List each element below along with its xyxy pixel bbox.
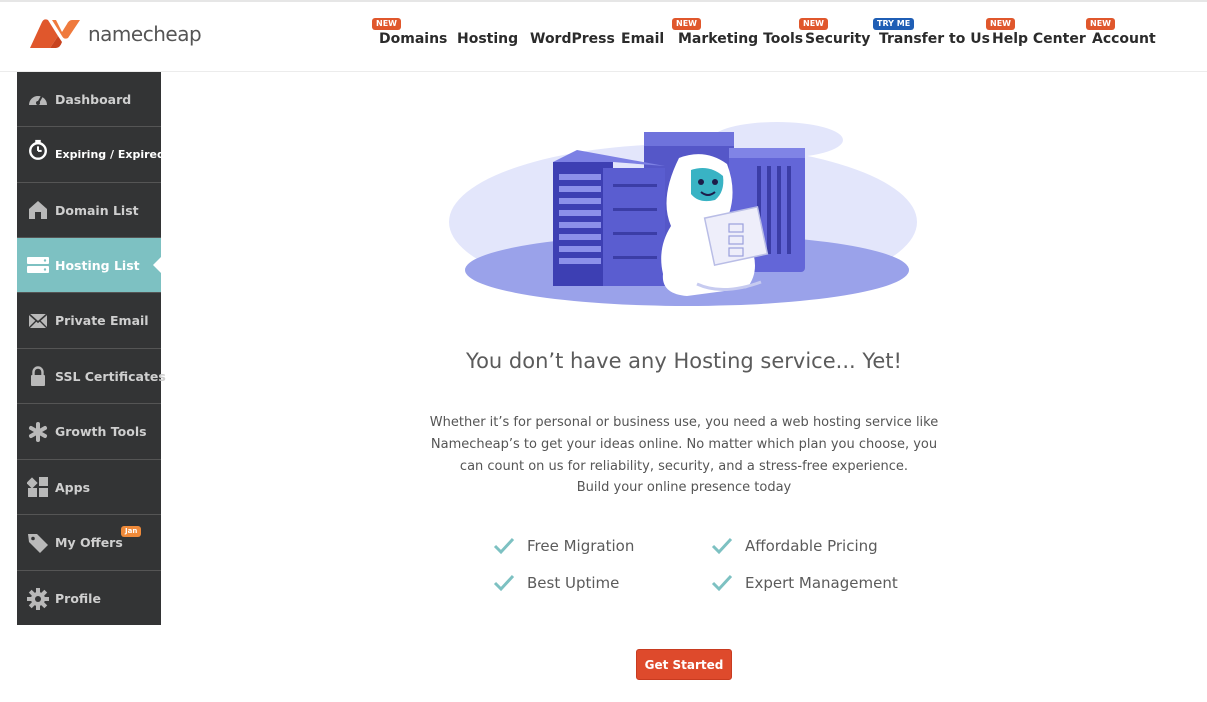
- feature-label: Affordable Pricing: [745, 537, 878, 555]
- sidebar-item-hosting-list[interactable]: Hosting List: [17, 238, 161, 293]
- nav-item-wordpress[interactable]: WordPress: [530, 31, 615, 47]
- feature-label: Best Uptime: [527, 574, 620, 592]
- description-line: Namecheap’s to get your ideas online. No…: [430, 436, 938, 452]
- nav-badge-help-center: NEW: [986, 18, 1015, 30]
- sidebar-item-expiring-expired[interactable]: Expiring / Expired: [17, 127, 165, 183]
- nav-item-email[interactable]: Email: [621, 31, 664, 47]
- envelope-icon: [27, 310, 49, 332]
- feature-label: Free Migration: [527, 537, 635, 555]
- top-header: namecheap NEW Domains Hosting WordPress …: [0, 0, 1207, 72]
- feature-expert-management: Expert Management: [711, 574, 898, 592]
- nav-item-transfer-to-us[interactable]: Transfer to Us: [879, 31, 990, 47]
- sidebar-item-profile[interactable]: Profile: [17, 571, 161, 626]
- empty-state-description: Whether it’s for personal or business us…: [404, 412, 964, 499]
- sidebar-item-domain-list[interactable]: Domain List: [17, 183, 161, 238]
- nav-item-domains[interactable]: Domains: [379, 31, 447, 47]
- sidebar-item-label: Hosting List: [55, 257, 140, 273]
- sidebar-item-dashboard[interactable]: Dashboard: [17, 72, 161, 127]
- sidebar-item-my-offers[interactable]: My Offers Jan: [17, 515, 161, 571]
- feature-affordable-pricing: Affordable Pricing: [711, 537, 878, 555]
- check-icon: [711, 574, 733, 592]
- feature-label: Expert Management: [745, 574, 898, 592]
- sidebar-item-ssl-certificates[interactable]: SSL Certificates: [17, 349, 166, 404]
- feature-best-uptime: Best Uptime: [493, 574, 619, 592]
- sidebar-item-growth-tools[interactable]: Growth Tools: [17, 404, 161, 460]
- nav-item-hosting[interactable]: Hosting: [457, 31, 518, 47]
- nav-badge-marketing-tools: NEW: [672, 18, 701, 30]
- sidebar-item-label: Private Email: [55, 313, 149, 328]
- sidebar: Dashboard Expiring / Expired Domain List…: [17, 72, 166, 626]
- sidebar-item-label: Expiring / Expired: [55, 148, 165, 161]
- sidebar-item-label: Apps: [55, 479, 91, 495]
- feature-free-migration: Free Migration: [493, 537, 634, 555]
- sidebar-item-label: SSL Certificates: [55, 368, 166, 384]
- yeti-servers-illustration: [449, 122, 917, 306]
- sidebar-item-apps[interactable]: Apps: [17, 460, 161, 515]
- gauge-icon: [27, 88, 49, 110]
- nav-badge-account: NEW: [1086, 18, 1115, 30]
- sidebar-item-label: Dashboard: [55, 91, 132, 107]
- nav-item-marketing-tools[interactable]: Marketing Tools: [678, 31, 803, 47]
- empty-state-headline: You don’t have any Hosting service... Ye…: [466, 349, 902, 373]
- check-icon: [493, 574, 515, 592]
- get-started-button[interactable]: Get Started: [636, 649, 732, 680]
- sidebar-item-label: Domain List: [55, 202, 139, 218]
- gear-icon: [27, 587, 49, 610]
- nav-item-help-center[interactable]: Help Center: [992, 31, 1086, 47]
- check-icon: [711, 537, 733, 555]
- apps-grid-icon: [27, 476, 49, 498]
- nav-badge-security: NEW: [799, 18, 828, 30]
- sidebar-item-label: Growth Tools: [55, 424, 147, 439]
- description-line: can count on us for reliability, securit…: [459, 458, 909, 474]
- timer-icon: [27, 139, 49, 161]
- check-icon: [493, 537, 515, 555]
- offers-badge: Jan: [121, 526, 142, 537]
- tag-icon: [27, 532, 49, 554]
- nav-item-security[interactable]: Security: [805, 31, 870, 47]
- sidebar-item-private-email[interactable]: Private Email: [17, 293, 161, 349]
- server-icon: [27, 254, 49, 276]
- nav-badge-domains: NEW: [372, 18, 401, 30]
- sidebar-item-label: My Offers: [55, 535, 123, 550]
- main-nav: NEW Domains Hosting WordPress Email NEW …: [0, 2, 1207, 74]
- house-icon: [27, 199, 49, 221]
- description-line: Build your online presence today: [576, 480, 792, 496]
- asterisk-icon: [27, 421, 49, 443]
- sidebar-item-label: Profile: [55, 591, 101, 606]
- lock-icon: [27, 365, 49, 387]
- nav-item-account[interactable]: Account: [1092, 31, 1156, 47]
- nav-badge-transfer: TRY ME: [873, 18, 915, 30]
- description-line: Whether it’s for personal or business us…: [429, 415, 939, 430]
